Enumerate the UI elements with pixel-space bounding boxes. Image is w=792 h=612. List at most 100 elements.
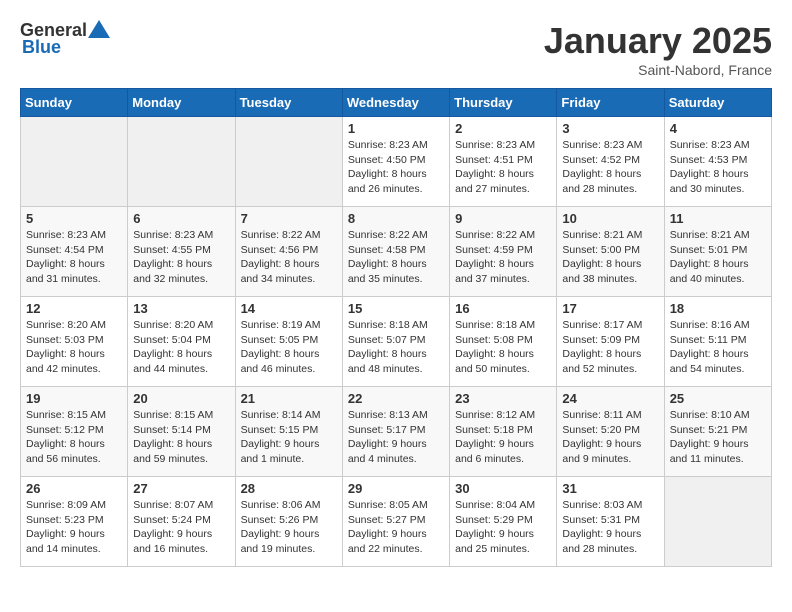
calendar-cell: 4Sunrise: 8:23 AMSunset: 4:53 PMDaylight… bbox=[664, 117, 771, 207]
day-number: 23 bbox=[455, 391, 551, 406]
calendar-cell: 17 Sunrise: 8:17 AMSunset: 5:09 PMDayligh… bbox=[557, 297, 664, 387]
logo-blue-text: Blue bbox=[22, 37, 61, 58]
calendar-cell: 5Sunrise: 8:23 AMSunset: 4:54 PMDaylight… bbox=[21, 207, 128, 297]
day-number: 20 bbox=[133, 391, 229, 406]
calendar-cell: 28 Sunrise: 8:06 AMSunset: 5:26 PMDayligh… bbox=[235, 477, 342, 567]
day-info: Sunrise: 8:04 AMSunset: 5:29 PMDaylight:… bbox=[455, 498, 551, 557]
day-info: Sunrise: 8:22 AMSunset: 4:58 PMDaylight:… bbox=[348, 228, 444, 287]
calendar-cell: 25 Sunrise: 8:10 AMSunset: 5:21 PMDayligh… bbox=[664, 387, 771, 477]
calendar-cell: 15 Sunrise: 8:18 AMSunset: 5:07 PMDayligh… bbox=[342, 297, 449, 387]
day-number: 31 bbox=[562, 481, 658, 496]
day-number: 4 bbox=[670, 121, 766, 136]
day-number: 28 bbox=[241, 481, 337, 496]
calendar-week-row: 26 Sunrise: 8:09 AMSunset: 5:23 PMDayligh… bbox=[21, 477, 772, 567]
day-info: Sunrise: 8:20 AMSunset: 5:04 PMDaylight:… bbox=[133, 318, 229, 377]
weekday-header-monday: Monday bbox=[128, 89, 235, 117]
calendar-cell: 30 Sunrise: 8:04 AMSunset: 5:29 PMDayligh… bbox=[450, 477, 557, 567]
day-info: Sunrise: 8:15 AMSunset: 5:14 PMDaylight:… bbox=[133, 408, 229, 467]
day-number: 18 bbox=[670, 301, 766, 316]
day-number: 29 bbox=[348, 481, 444, 496]
calendar-cell: 7Sunrise: 8:22 AMSunset: 4:56 PMDaylight… bbox=[235, 207, 342, 297]
day-info: Sunrise: 8:13 AMSunset: 5:17 PMDaylight:… bbox=[348, 408, 444, 467]
day-info: Sunrise: 8:14 AMSunset: 5:15 PMDaylight:… bbox=[241, 408, 337, 467]
day-info: Sunrise: 8:03 AMSunset: 5:31 PMDaylight:… bbox=[562, 498, 658, 557]
calendar-cell: 21 Sunrise: 8:14 AMSunset: 5:15 PMDayligh… bbox=[235, 387, 342, 477]
calendar-cell: 20 Sunrise: 8:15 AMSunset: 5:14 PMDayligh… bbox=[128, 387, 235, 477]
day-number: 26 bbox=[26, 481, 122, 496]
calendar-table: SundayMondayTuesdayWednesdayThursdayFrid… bbox=[20, 88, 772, 567]
day-info: Sunrise: 8:17 AMSunset: 5:09 PMDaylight:… bbox=[562, 318, 658, 377]
calendar-cell: 2Sunrise: 8:23 AMSunset: 4:51 PMDaylight… bbox=[450, 117, 557, 207]
weekday-header-thursday: Thursday bbox=[450, 89, 557, 117]
day-number: 12 bbox=[26, 301, 122, 316]
day-info: Sunrise: 8:23 AMSunset: 4:52 PMDaylight:… bbox=[562, 138, 658, 197]
day-info: Sunrise: 8:15 AMSunset: 5:12 PMDaylight:… bbox=[26, 408, 122, 467]
day-number: 30 bbox=[455, 481, 551, 496]
day-number: 3 bbox=[562, 121, 658, 136]
day-number: 5 bbox=[26, 211, 122, 226]
day-number: 19 bbox=[26, 391, 122, 406]
day-info: Sunrise: 8:07 AMSunset: 5:24 PMDaylight:… bbox=[133, 498, 229, 557]
day-number: 22 bbox=[348, 391, 444, 406]
day-number: 1 bbox=[348, 121, 444, 136]
month-title: January 2025 bbox=[544, 20, 772, 62]
calendar-cell: 23Sunrise: 8:12 AMSunset: 5:18 PMDayligh… bbox=[450, 387, 557, 477]
calendar-cell bbox=[235, 117, 342, 207]
day-number: 27 bbox=[133, 481, 229, 496]
weekday-header-row: SundayMondayTuesdayWednesdayThursdayFrid… bbox=[21, 89, 772, 117]
calendar-cell: 24 Sunrise: 8:11 AMSunset: 5:20 PMDayligh… bbox=[557, 387, 664, 477]
location-subtitle: Saint-Nabord, France bbox=[544, 62, 772, 78]
day-info: Sunrise: 8:16 AMSunset: 5:11 PMDaylight:… bbox=[670, 318, 766, 377]
day-number: 21 bbox=[241, 391, 337, 406]
day-info: Sunrise: 8:05 AMSunset: 5:27 PMDaylight:… bbox=[348, 498, 444, 557]
day-number: 6 bbox=[133, 211, 229, 226]
calendar-cell: 13Sunrise: 8:20 AMSunset: 5:04 PMDayligh… bbox=[128, 297, 235, 387]
day-info: Sunrise: 8:23 AMSunset: 4:55 PMDaylight:… bbox=[133, 228, 229, 287]
calendar-cell: 10Sunrise: 8:21 AMSunset: 5:00 PMDayligh… bbox=[557, 207, 664, 297]
day-number: 24 bbox=[562, 391, 658, 406]
calendar-cell: 16 Sunrise: 8:18 AMSunset: 5:08 PMDayligh… bbox=[450, 297, 557, 387]
calendar-cell: 11Sunrise: 8:21 AMSunset: 5:01 PMDayligh… bbox=[664, 207, 771, 297]
logo: General Blue bbox=[20, 20, 110, 58]
calendar-cell: 31 Sunrise: 8:03 AMSunset: 5:31 PMDayligh… bbox=[557, 477, 664, 567]
calendar-cell: 27 Sunrise: 8:07 AMSunset: 5:24 PMDayligh… bbox=[128, 477, 235, 567]
day-number: 8 bbox=[348, 211, 444, 226]
weekday-header-saturday: Saturday bbox=[664, 89, 771, 117]
calendar-cell bbox=[128, 117, 235, 207]
calendar-cell bbox=[664, 477, 771, 567]
calendar-cell: 14 Sunrise: 8:19 AMSunset: 5:05 PMDayligh… bbox=[235, 297, 342, 387]
day-number: 17 bbox=[562, 301, 658, 316]
weekday-header-sunday: Sunday bbox=[21, 89, 128, 117]
weekday-header-tuesday: Tuesday bbox=[235, 89, 342, 117]
day-number: 16 bbox=[455, 301, 551, 316]
day-info: Sunrise: 8:22 AMSunset: 4:59 PMDaylight:… bbox=[455, 228, 551, 287]
day-info: Sunrise: 8:06 AMSunset: 5:26 PMDaylight:… bbox=[241, 498, 337, 557]
calendar-cell: 22 Sunrise: 8:13 AMSunset: 5:17 PMDayligh… bbox=[342, 387, 449, 477]
calendar-cell: 8 Sunrise: 8:22 AMSunset: 4:58 PMDaylight… bbox=[342, 207, 449, 297]
calendar-cell: 29 Sunrise: 8:05 AMSunset: 5:27 PMDayligh… bbox=[342, 477, 449, 567]
calendar-cell bbox=[21, 117, 128, 207]
weekday-header-wednesday: Wednesday bbox=[342, 89, 449, 117]
calendar-cell: 26 Sunrise: 8:09 AMSunset: 5:23 PMDayligh… bbox=[21, 477, 128, 567]
calendar-cell: 18 Sunrise: 8:16 AMSunset: 5:11 PMDayligh… bbox=[664, 297, 771, 387]
day-info: Sunrise: 8:10 AMSunset: 5:21 PMDaylight:… bbox=[670, 408, 766, 467]
day-info: Sunrise: 8:11 AMSunset: 5:20 PMDaylight:… bbox=[562, 408, 658, 467]
day-info: Sunrise: 8:18 AMSunset: 5:07 PMDaylight:… bbox=[348, 318, 444, 377]
day-number: 15 bbox=[348, 301, 444, 316]
calendar-cell: 9Sunrise: 8:22 AMSunset: 4:59 PMDaylight… bbox=[450, 207, 557, 297]
weekday-header-friday: Friday bbox=[557, 89, 664, 117]
day-number: 14 bbox=[241, 301, 337, 316]
day-number: 25 bbox=[670, 391, 766, 406]
day-number: 2 bbox=[455, 121, 551, 136]
calendar-week-row: 1 Sunrise: 8:23 AMSunset: 4:50 PMDaylight… bbox=[21, 117, 772, 207]
calendar-cell: 12Sunrise: 8:20 AMSunset: 5:03 PMDayligh… bbox=[21, 297, 128, 387]
day-info: Sunrise: 8:18 AMSunset: 5:08 PMDaylight:… bbox=[455, 318, 551, 377]
day-info: Sunrise: 8:21 AMSunset: 5:00 PMDaylight:… bbox=[562, 228, 658, 287]
calendar-cell: 19 Sunrise: 8:15 AMSunset: 5:12 PMDayligh… bbox=[21, 387, 128, 477]
calendar-cell: 6 Sunrise: 8:23 AMSunset: 4:55 PMDaylight… bbox=[128, 207, 235, 297]
day-info: Sunrise: 8:19 AMSunset: 5:05 PMDaylight:… bbox=[241, 318, 337, 377]
calendar-cell: 1 Sunrise: 8:23 AMSunset: 4:50 PMDaylight… bbox=[342, 117, 449, 207]
day-info: Sunrise: 8:23 AMSunset: 4:50 PMDaylight:… bbox=[348, 138, 444, 197]
day-info: Sunrise: 8:09 AMSunset: 5:23 PMDaylight:… bbox=[26, 498, 122, 557]
day-info: Sunrise: 8:22 AMSunset: 4:56 PMDaylight:… bbox=[241, 228, 337, 287]
